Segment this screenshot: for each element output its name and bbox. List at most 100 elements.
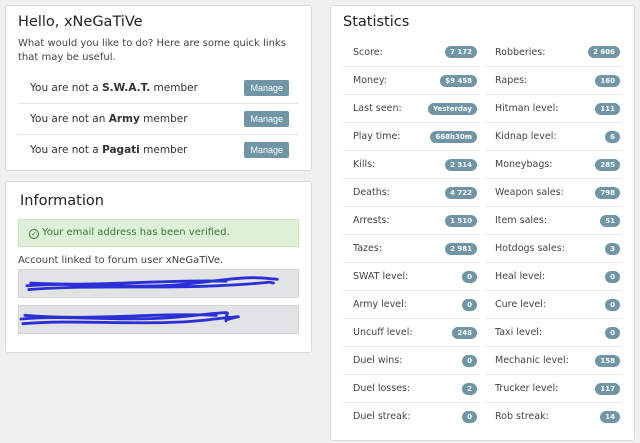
stat-row: Kills: 2 314 xyxy=(343,150,480,178)
stat-label: Item sales: xyxy=(495,215,548,226)
membership-row-swat: You are not a S.W.A.T. member Manage xyxy=(18,72,299,103)
stat-value-badge: 158 xyxy=(595,354,620,367)
stat-label: Kills: xyxy=(353,159,376,170)
statistics-card: Statistics Score: 7 172 Money: $9 458 Last s… xyxy=(330,5,635,441)
stat-row: Weapon sales: 798 xyxy=(485,178,622,206)
stat-label: Mechanic level: xyxy=(495,355,569,366)
stat-value-badge: Yesterday xyxy=(428,102,477,115)
scribble-redaction xyxy=(19,311,240,326)
statistics-title: Statistics xyxy=(343,14,410,30)
check-circle-icon: ✓ xyxy=(29,229,39,239)
stat-value-badge: 0 xyxy=(605,326,620,339)
stat-row: Heal level: 0 xyxy=(485,262,622,290)
stat-row: SWAT level: 0 xyxy=(343,262,480,290)
stat-label: Arrests: xyxy=(353,215,390,226)
stat-value-badge: 0 xyxy=(605,298,620,311)
stat-label: Duel streak: xyxy=(353,411,411,422)
stat-label: Taxi level: xyxy=(495,327,543,338)
membership-row-army: You are not an Army member Manage xyxy=(18,103,299,134)
stat-label: Trucker level: xyxy=(495,383,559,394)
stat-value-badge: 3 xyxy=(605,242,620,255)
stat-label: Duel losses: xyxy=(353,383,411,394)
stat-value-badge: 111 xyxy=(595,102,620,115)
stat-row: Uncuff level: 248 xyxy=(343,318,480,346)
stat-value-badge: 0 xyxy=(462,270,477,283)
membership-text: You are not a Pagati member xyxy=(30,144,188,156)
hello-card: Hello, xNeGaTiVe What would you like to … xyxy=(5,5,312,171)
stat-label: SWAT level: xyxy=(353,271,409,282)
stat-row: Tazes: 2 981 xyxy=(343,234,480,262)
stat-row: Item sales: 51 xyxy=(485,206,622,234)
stat-value-badge: 160 xyxy=(595,74,620,87)
stat-value-badge: 51 xyxy=(600,214,620,227)
stat-row: Hitman level: 111 xyxy=(485,94,622,122)
membership-row-pagati: You are not a Pagati member Manage xyxy=(18,134,299,165)
stat-label: Hotdogs sales: xyxy=(495,243,565,254)
alert-text: Your email address has been verified. xyxy=(42,227,230,238)
membership-text: You are not an Army member xyxy=(30,113,188,125)
stat-label: Play time: xyxy=(353,131,401,142)
stat-row: Army level: 0 xyxy=(343,290,480,318)
hello-intro: What would you like to do? Here are some… xyxy=(18,38,286,63)
stat-row: Play time: 668h30m xyxy=(343,122,480,150)
stat-row: Deaths: 4 722 xyxy=(343,178,480,206)
stat-value-badge: 0 xyxy=(462,410,477,423)
stat-label: Last seen: xyxy=(353,103,402,114)
stat-value-badge: 2 xyxy=(462,382,477,395)
stats-column-left: Score: 7 172 Money: $9 458 Last seen: Yesterd… xyxy=(343,38,480,430)
stat-row: Last seen: Yesterday xyxy=(343,94,480,122)
stat-value-badge: 1 510 xyxy=(445,214,477,227)
stat-row: Cure level: 0 xyxy=(485,290,622,318)
stat-value-badge: 4 722 xyxy=(445,186,477,199)
manage-army-button[interactable]: Manage xyxy=(244,111,289,127)
redacted-field-1 xyxy=(18,269,299,298)
stat-label: Heal level: xyxy=(495,271,546,282)
stat-value-badge: 14 xyxy=(600,410,620,423)
stat-label: Kidnap level: xyxy=(495,131,557,142)
stat-label: Duel wins: xyxy=(353,355,403,366)
stat-label: Army level: xyxy=(353,299,407,310)
information-card: Information ✓ Your email address has been… xyxy=(5,181,312,353)
stat-value-badge: 285 xyxy=(595,158,620,171)
stat-value-badge: 2 981 xyxy=(445,242,477,255)
stat-row: Arrests: 1 510 xyxy=(343,206,480,234)
stat-row: Rob streak: 14 xyxy=(485,402,622,430)
stat-label: Moneybags: xyxy=(495,159,553,170)
stat-row: Moneybags: 285 xyxy=(485,150,622,178)
stat-label: Cure level: xyxy=(495,299,547,310)
stat-label: Money: xyxy=(353,75,388,86)
stat-label: Uncuff level: xyxy=(353,327,413,338)
stat-row: Trucker level: 117 xyxy=(485,374,622,402)
scribble-redaction xyxy=(25,276,279,291)
hello-title: Hello, xNeGaTiVe xyxy=(18,14,143,30)
stat-row: Money: $9 458 xyxy=(343,66,480,94)
stat-value-badge: 7 172 xyxy=(445,46,477,58)
manage-pagati-button[interactable]: Manage xyxy=(244,142,289,158)
stat-value-badge: 2 606 xyxy=(588,46,620,58)
stat-label: Weapon sales: xyxy=(495,187,564,198)
stat-label: Robberies: xyxy=(495,46,546,58)
stat-value-badge: $9 458 xyxy=(440,74,477,87)
stat-row: Duel wins: 0 xyxy=(343,346,480,374)
email-verified-alert: ✓ Your email address has been verified. xyxy=(18,219,299,247)
stat-row: Duel streak: 0 xyxy=(343,402,480,430)
redacted-field-2 xyxy=(18,305,299,334)
stat-row: Robberies: 2 606 xyxy=(485,38,622,66)
stat-value-badge: 0 xyxy=(462,298,477,311)
stat-value-badge: 668h30m xyxy=(430,130,477,143)
stat-row: Taxi level: 0 xyxy=(485,318,622,346)
stat-row: Rapes: 160 xyxy=(485,66,622,94)
membership-text: You are not a S.W.A.T. member xyxy=(30,81,198,94)
stat-label: Score: xyxy=(353,46,383,58)
manage-swat-button[interactable]: Manage xyxy=(244,79,289,96)
stat-value-badge: 798 xyxy=(595,186,620,199)
stat-row: Duel losses: 2 xyxy=(343,374,480,402)
stat-label: Hitman level: xyxy=(495,103,559,114)
information-title: Information xyxy=(20,193,104,209)
stat-label: Rob streak: xyxy=(495,411,549,422)
stat-row: Kidnap level: 6 xyxy=(485,122,622,150)
stats-column-right: Robberies: 2 606 Rapes: 160 Hitman level: 111… xyxy=(485,38,622,430)
stat-row: Mechanic level: 158 xyxy=(485,346,622,374)
stat-row: Hotdogs sales: 3 xyxy=(485,234,622,262)
stat-label: Rapes: xyxy=(495,75,528,86)
